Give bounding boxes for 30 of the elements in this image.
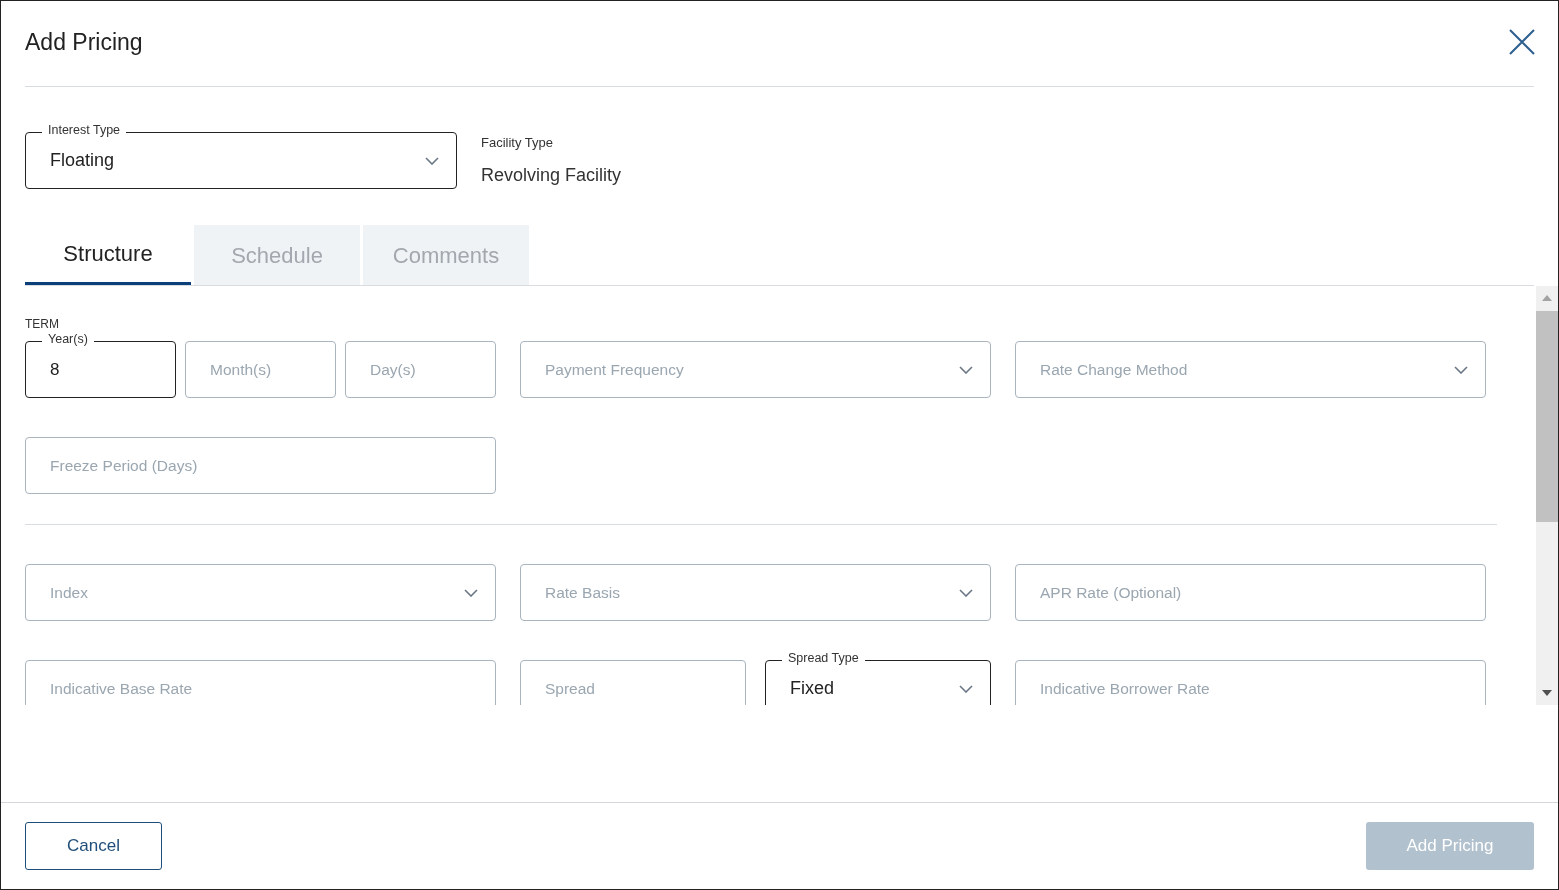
chevron-down-icon xyxy=(959,684,973,693)
scroll-down-icon[interactable] xyxy=(1542,690,1552,696)
close-icon[interactable] xyxy=(1508,28,1536,56)
input-field[interactable]: Indicative Borrower Rate xyxy=(1015,660,1486,705)
input-field[interactable]: APR Rate (Optional) xyxy=(1015,564,1486,621)
input-field[interactable]: Spread xyxy=(520,660,746,705)
dropdown[interactable]: Index xyxy=(25,564,496,621)
input-field[interactable]: Freeze Period (Days) xyxy=(25,437,496,494)
input-field[interactable]: Month(s) xyxy=(185,341,336,398)
dropdown[interactable]: Rate Change Method xyxy=(1015,341,1486,398)
input-field[interactable]: Indicative Base Rate xyxy=(25,660,496,705)
chevron-down-icon xyxy=(1454,365,1468,374)
cancel-button[interactable]: Cancel xyxy=(25,822,162,870)
scrollbar[interactable] xyxy=(1536,286,1558,705)
section-label: TERM xyxy=(25,318,60,330)
input-field[interactable]: Day(s) xyxy=(345,341,496,398)
tab[interactable]: Schedule xyxy=(194,225,360,285)
dropdown[interactable]: Rate Basis xyxy=(520,564,991,621)
chevron-down-icon xyxy=(425,156,439,165)
chevron-down-icon xyxy=(959,365,973,374)
dropdown[interactable]: Payment Frequency xyxy=(520,341,991,398)
field-label: Facility Type xyxy=(481,134,554,152)
floating-label: Interest Type xyxy=(42,124,127,137)
dialog-title: Add Pricing xyxy=(25,31,143,54)
floating-label: Year(s) xyxy=(42,333,94,346)
floating-label: Spread Type xyxy=(782,652,865,665)
field-value: Revolving Facility xyxy=(481,163,622,187)
chevron-down-icon xyxy=(464,588,478,597)
tab[interactable]: Comments xyxy=(363,225,529,285)
chevron-down-icon xyxy=(959,588,973,597)
